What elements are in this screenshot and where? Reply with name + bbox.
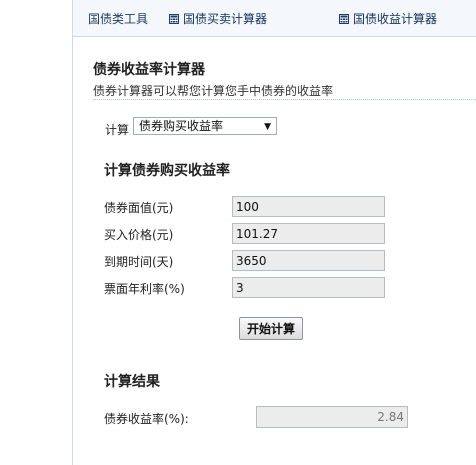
calculator-icon: [339, 13, 349, 24]
divider: [93, 99, 476, 100]
left-divider: [72, 0, 73, 465]
purchase-price-input[interactable]: [232, 223, 385, 244]
days-to-maturity-input[interactable]: [232, 250, 385, 271]
calc-type-selected-value: 债券购买收益率: [139, 119, 224, 133]
calc-type-select[interactable]: 债券购买收益率 ▼: [133, 117, 277, 135]
calc-type-label: 计算: [105, 123, 130, 137]
coupon-rate-input[interactable]: [232, 277, 385, 298]
bond-trade-calculator-link[interactable]: 国债买卖计算器: [169, 10, 267, 27]
face-value-input[interactable]: [232, 196, 385, 217]
bond-yield-calculator-label: 国债收益计算器: [353, 12, 438, 26]
yield-result-value: 2.84: [256, 406, 408, 428]
purchase-price-label: 买入价格(元): [104, 228, 174, 242]
coupon-rate-label: 票面年利率(%): [104, 282, 185, 296]
dropdown-arrow-icon: ▼: [264, 122, 271, 132]
start-calculation-button[interactable]: 开始计算: [239, 317, 303, 340]
section-title: 计算债券购买收益率: [104, 163, 230, 179]
bond-yield-calculator-link[interactable]: 国债收益计算器: [339, 10, 437, 27]
days-to-maturity-label: 到期时间(天): [104, 255, 174, 269]
page-subtitle: 债券计算器可以帮您计算您手中债券的收益率: [93, 84, 334, 98]
tools-category-label: 国债类工具: [88, 12, 149, 26]
bond-trade-calculator-label: 国债买卖计算器: [183, 12, 268, 26]
yield-result-label: 债券收益率(%):: [104, 412, 189, 426]
top-toolbar: 国债类工具 国债买卖计算器 国债收益计算器: [73, 0, 476, 37]
face-value-label: 债券面值(元): [104, 201, 174, 215]
calculator-icon: [169, 13, 179, 24]
result-section-title: 计算结果: [104, 374, 160, 390]
page-title: 债券收益率计算器: [93, 62, 205, 78]
